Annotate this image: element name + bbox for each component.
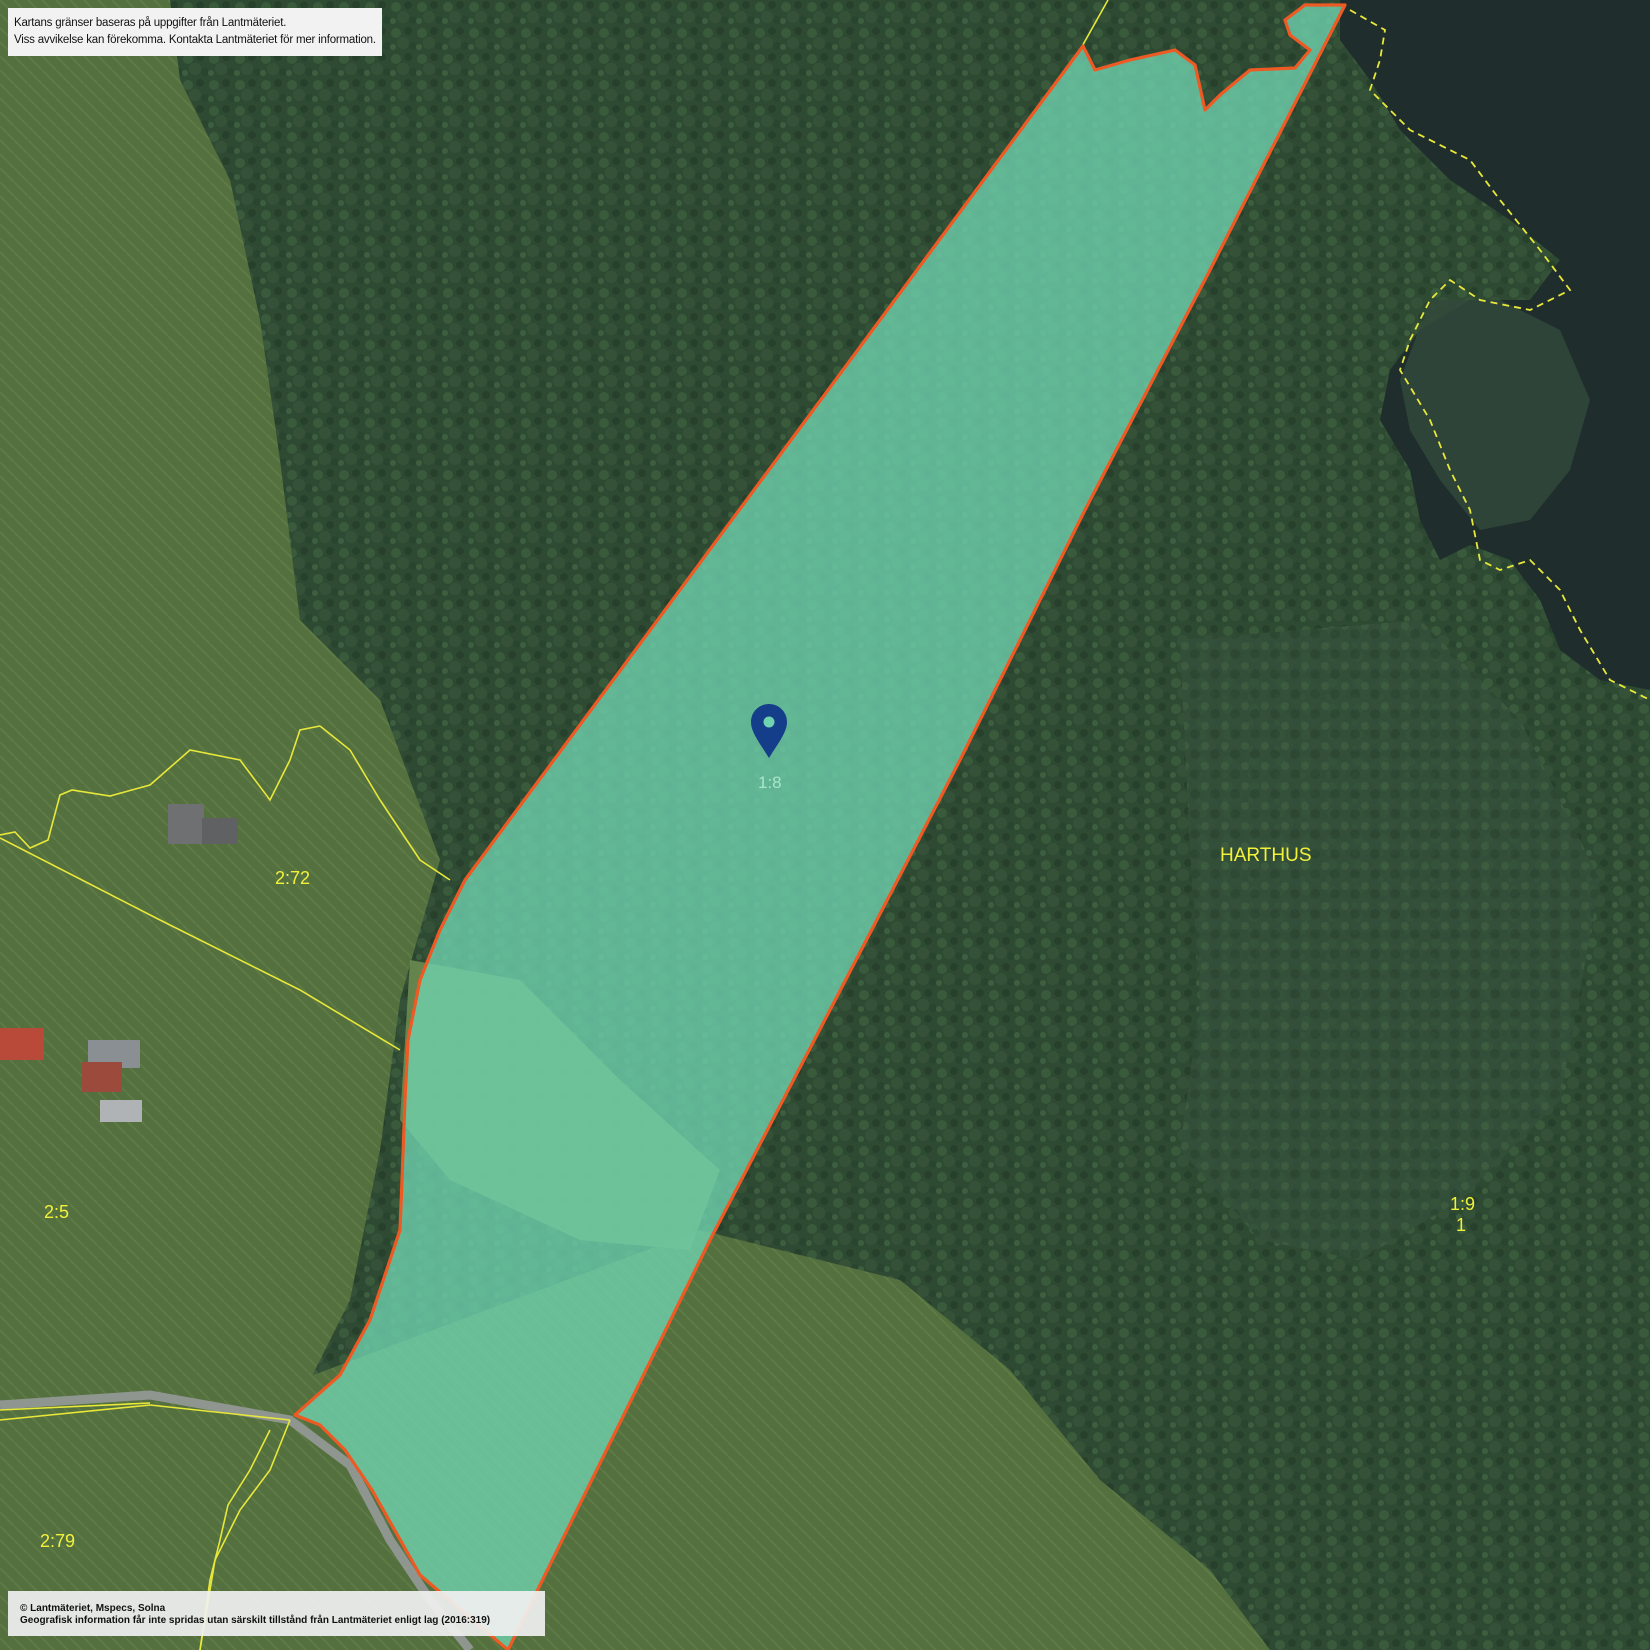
parcel-label: 1:9 [1450, 1194, 1475, 1214]
parcel-label: 2:72 [275, 868, 310, 888]
map-canvas[interactable]: 2:72 2:5 2:79 1:9 1 HARTHUS 1:8 [0, 0, 1650, 1650]
selected-parcel-label: 1:8 [758, 773, 782, 792]
disclaimer-line: Kartans gränser baseras på uppgifter frå… [14, 17, 287, 29]
building [202, 818, 238, 844]
building [100, 1100, 142, 1122]
copyright-notice: © Lantmäteriet, Mspecs, Solna Geografisk… [8, 1591, 545, 1636]
building [168, 804, 204, 844]
building [82, 1062, 122, 1092]
parcel-label: 2:79 [40, 1531, 75, 1551]
map-disclaimer: Kartans gränser baseras på uppgifter frå… [8, 8, 382, 56]
parcel-label: 1 [1456, 1215, 1466, 1235]
disclaimer-line: Viss avvikelse kan förekomma. Kontakta L… [14, 34, 376, 46]
map-viewport[interactable]: 2:72 2:5 2:79 1:9 1 HARTHUS 1:8 Kartans … [0, 0, 1650, 1650]
parcel-label: 2:5 [44, 1202, 69, 1222]
building [0, 1028, 44, 1060]
copyright-line: Geografisk information får inte spridas … [20, 1615, 491, 1626]
copyright-line: © Lantmäteriet, Mspecs, Solna [20, 1603, 166, 1614]
region-label: HARTHUS [1220, 845, 1312, 866]
